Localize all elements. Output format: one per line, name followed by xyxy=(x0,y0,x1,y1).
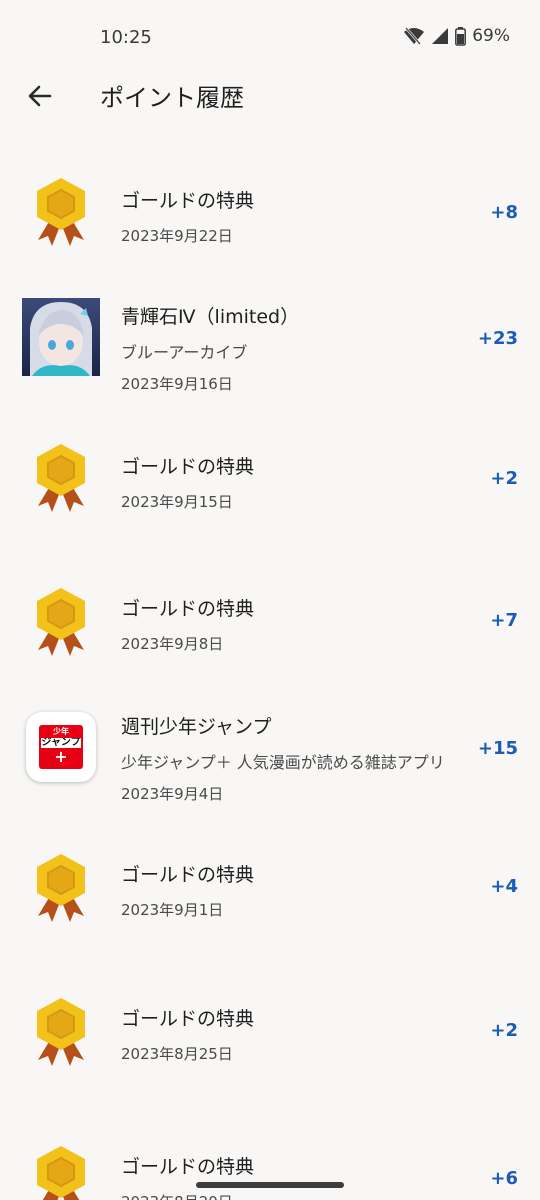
item-title: ゴールドの特典 xyxy=(121,456,255,478)
arrow-back-icon xyxy=(28,85,52,107)
item-date: 2023年8月25日 xyxy=(121,1045,233,1063)
item-date: 2023年9月15日 xyxy=(121,493,233,511)
battery-percent: 69% xyxy=(472,26,510,46)
item-title: ゴールドの特典 xyxy=(121,190,255,212)
item-points: +2 xyxy=(490,1020,518,1041)
gold-medal-icon xyxy=(22,586,100,664)
item-points: +7 xyxy=(490,610,518,631)
item-subtitle: 少年ジャンプ＋ 人気漫画が読める雑誌アプリ xyxy=(121,753,445,772)
game-thumbnail xyxy=(22,298,100,376)
item-date: 2023年9月1日 xyxy=(121,901,224,919)
status-icons: 69% xyxy=(403,26,510,46)
item-date: 2023年9月8日 xyxy=(121,635,224,653)
gold-medal-icon xyxy=(22,1144,100,1200)
gesture-nav-handle[interactable] xyxy=(196,1182,344,1188)
signal-icon xyxy=(431,27,449,45)
gold-medal-icon xyxy=(22,996,100,1074)
list-item[interactable]: ゴールドの特典 2023年9月8日 +7 xyxy=(0,582,540,662)
app-bar: ポイント履歴 xyxy=(0,76,540,116)
item-title: ゴールドの特典 xyxy=(121,1008,255,1030)
app-icon-text-top: 少年 xyxy=(53,727,69,736)
item-points: +23 xyxy=(477,328,518,349)
item-date: 2023年8月20日 xyxy=(121,1191,450,1200)
list-item[interactable]: ゴールドの特典 2023年8月20日 +6 xyxy=(0,1142,540,1200)
back-button[interactable] xyxy=(24,80,56,112)
battery-icon xyxy=(455,26,467,46)
list-item[interactable]: ゴールドの特典 2023年9月15日 +2 xyxy=(0,438,540,518)
item-points: +2 xyxy=(490,468,518,489)
list-item[interactable]: ゴールドの特典 2023年9月22日 +8 xyxy=(0,172,540,252)
jump-app-icon: 少年 ジャンプ + xyxy=(26,712,96,782)
status-time: 10:25 xyxy=(100,27,152,48)
gold-medal-icon xyxy=(22,852,100,930)
item-title: 青輝石Ⅳ（limited） xyxy=(121,306,300,328)
list-item[interactable]: ゴールドの特典 2023年8月25日 +2 xyxy=(0,994,540,1074)
item-points: +8 xyxy=(490,202,518,223)
item-subtitle: ブルーアーカイブ xyxy=(121,343,248,362)
item-title: ゴールドの特典 xyxy=(121,1156,255,1178)
list-item[interactable]: 青輝石Ⅳ（limited） ブルーアーカイブ 2023年9月16日 +23 xyxy=(0,298,540,393)
item-points: +4 xyxy=(490,876,518,897)
item-points: +6 xyxy=(490,1168,518,1189)
page-title: ポイント履歴 xyxy=(100,84,244,112)
item-date: 2023年9月22日 xyxy=(121,227,233,245)
item-title: ゴールドの特典 xyxy=(121,864,255,886)
item-date: 2023年9月16日 xyxy=(121,375,233,393)
item-points: +15 xyxy=(477,738,518,759)
gold-medal-icon xyxy=(22,442,100,520)
wifi-icon xyxy=(403,27,425,45)
gold-medal-icon xyxy=(22,176,100,254)
item-title: 週刊少年ジャンプ xyxy=(121,716,272,738)
status-bar: 10:25 69% xyxy=(0,0,540,76)
list-item[interactable]: 少年 ジャンプ + 週刊少年ジャンプ 少年ジャンプ＋ 人気漫画が読める雑誌アプリ… xyxy=(0,708,540,803)
item-date: 2023年9月4日 xyxy=(121,785,224,803)
item-title: ゴールドの特典 xyxy=(121,598,255,620)
app-icon-text-bottom: + xyxy=(54,747,68,766)
list-item[interactable]: ゴールドの特典 2023年9月1日 +4 xyxy=(0,850,540,930)
